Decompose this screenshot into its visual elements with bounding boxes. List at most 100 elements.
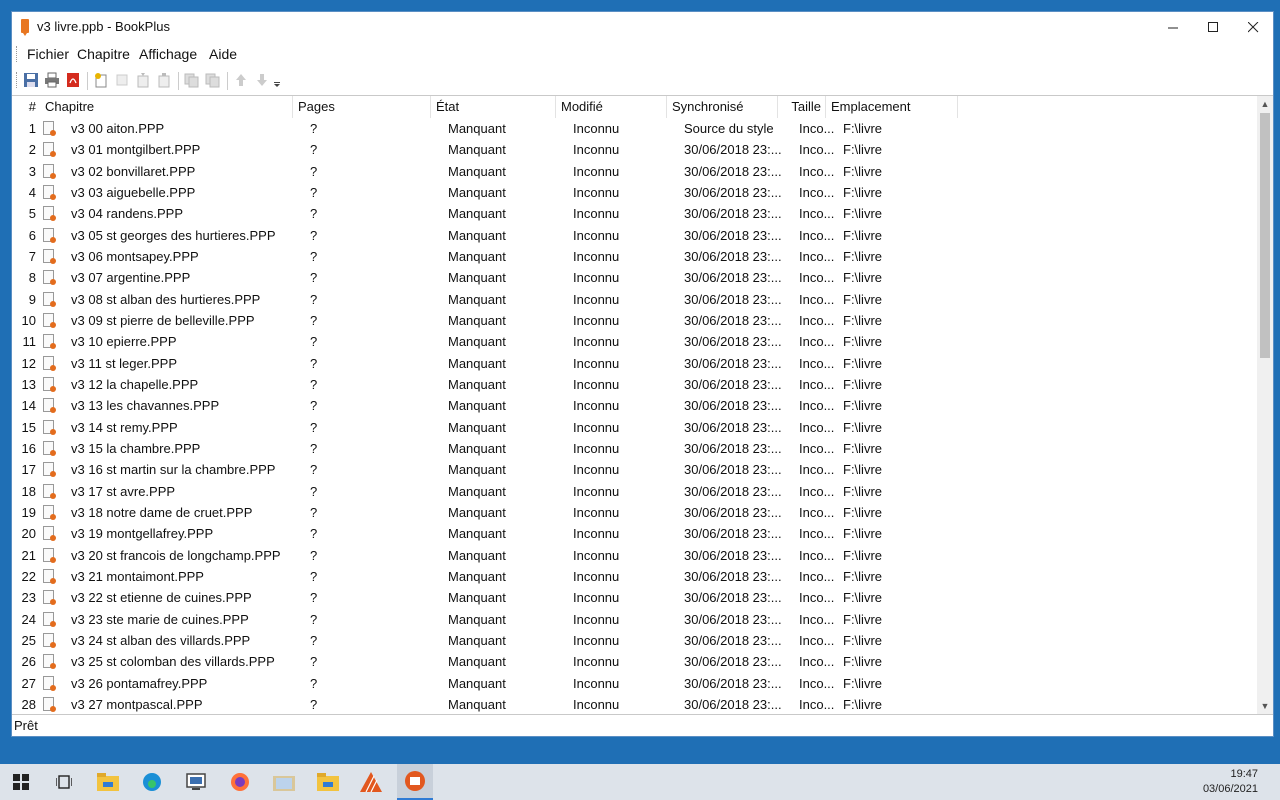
vertical-scrollbar[interactable]: ▲ ▼ bbox=[1257, 96, 1273, 714]
taille-value: Inco... bbox=[799, 184, 835, 200]
emplacement-value: F:\livre bbox=[843, 547, 882, 563]
table-row[interactable]: 21 v3 20 st francois de longchamp.PPP? Man… bbox=[12, 545, 1257, 566]
maximize-button[interactable] bbox=[1193, 12, 1233, 42]
paste-button[interactable] bbox=[204, 71, 222, 89]
table-row[interactable]: 12 v3 11 st leger.PPP? Manquant Inconnu 30/0… bbox=[12, 353, 1257, 374]
table-row[interactable]: 9 v3 08 st alban des hurtieres.PPP? Manqua… bbox=[12, 289, 1257, 310]
system-clock[interactable]: 19:47 03/06/2021 bbox=[1203, 767, 1258, 797]
row-number: 10 bbox=[21, 312, 36, 328]
new-chapter-button[interactable] bbox=[113, 71, 131, 89]
column-header-number[interactable]: # bbox=[12, 96, 40, 118]
table-row[interactable]: 23 v3 22 st etienne de cuines.PPP? Manquan… bbox=[12, 587, 1257, 608]
table-row[interactable]: 14 v3 13 les chavannes.PPP? Manquant Inconn… bbox=[12, 395, 1257, 416]
print-button[interactable] bbox=[43, 71, 61, 89]
title-bar: v3 livre.ppb - BookPlus bbox=[12, 12, 1273, 42]
taskbar-firefox[interactable] bbox=[226, 768, 254, 796]
table-row[interactable]: 10 v3 09 st pierre de belleville.PPP? Manq… bbox=[12, 310, 1257, 331]
column-header-emplacement[interactable]: Emplacement bbox=[827, 96, 958, 118]
taskbar-bookplus[interactable] bbox=[397, 764, 433, 800]
taskbar-folder-2[interactable] bbox=[314, 768, 342, 796]
synchronise-value: 30/06/2018 23:... bbox=[684, 227, 782, 243]
table-row[interactable]: 18 v3 17 st avre.PPP? Manquant Inconnu 30/06… bbox=[12, 481, 1257, 502]
table-row[interactable]: 28 v3 27 montpascal.PPP? Manquant Inconnu 30… bbox=[12, 694, 1257, 714]
emplacement-value: F:\livre bbox=[843, 270, 882, 286]
minimize-button[interactable] bbox=[1153, 12, 1193, 42]
table-row[interactable]: 19 v3 18 notre dame de cruet.PPP? Manquant… bbox=[12, 502, 1257, 523]
table-row[interactable]: 1 v3 00 aiton.PPP? Manquant Inconnu Source d… bbox=[12, 118, 1257, 139]
pages-value: ? bbox=[310, 590, 318, 606]
taskbar-app[interactable] bbox=[357, 768, 385, 796]
table-row[interactable]: 22 v3 21 montaimont.PPP? Manquant Inconnu 30… bbox=[12, 566, 1257, 587]
copy-button[interactable] bbox=[183, 71, 201, 89]
export-button[interactable] bbox=[155, 71, 173, 89]
column-header-pages[interactable]: Pages bbox=[294, 96, 431, 118]
windows-start-button[interactable] bbox=[7, 768, 35, 796]
taille-value: Inco... bbox=[799, 291, 835, 307]
table-row[interactable]: 8 v3 07 argentine.PPP? Manquant Inconnu 30/0… bbox=[12, 267, 1257, 288]
scrollbar-thumb[interactable] bbox=[1260, 113, 1270, 358]
taille-value: Inco... bbox=[799, 632, 835, 648]
taskbar-folder-1[interactable] bbox=[270, 768, 298, 796]
synchronise-value: 30/06/2018 23:... bbox=[684, 142, 782, 158]
move-up-button[interactable] bbox=[232, 71, 250, 89]
table-row[interactable]: 25 v3 24 st alban des villards.PPP? Manqua… bbox=[12, 630, 1257, 651]
taskbar-edge[interactable] bbox=[138, 768, 166, 796]
synchronise-value: 30/06/2018 23:... bbox=[684, 504, 782, 520]
column-header-modifie[interactable]: Modifié bbox=[557, 96, 667, 118]
table-row[interactable]: 7 v3 06 montsapey.PPP? Manquant Inconnu 30/0… bbox=[12, 246, 1257, 267]
taille-value: Inco... bbox=[799, 440, 835, 456]
table-row[interactable]: 11 v3 10 epierre.PPP? Manquant Inconnu 30/06… bbox=[12, 331, 1257, 352]
table-row[interactable]: 20 v3 19 montgellafrey.PPP? Manquant Inconn… bbox=[12, 523, 1257, 544]
taille-value: Inco... bbox=[799, 675, 835, 691]
menu-fichier[interactable]: Fichier bbox=[27, 46, 69, 62]
close-button[interactable] bbox=[1233, 12, 1273, 42]
toolbar-overflow-button[interactable] bbox=[272, 71, 282, 89]
firefox-icon bbox=[231, 773, 249, 791]
table-row[interactable]: 13 v3 12 la chapelle.PPP? Manquant Inconnu 3… bbox=[12, 374, 1257, 395]
add-chapter-icon bbox=[95, 73, 107, 88]
table-row[interactable]: 17 v3 16 st martin sur la chambre.PPP? Man… bbox=[12, 459, 1257, 480]
table-row[interactable]: 5 v3 04 randens.PPP? Manquant Inconnu 30/06/… bbox=[12, 203, 1257, 224]
table-row[interactable]: 4 v3 03 aiguebelle.PPP? Manquant Inconnu 30/… bbox=[12, 182, 1257, 203]
move-down-button[interactable] bbox=[253, 71, 271, 89]
table-row[interactable]: 24 v3 23 ste marie de cuines.PPP? Manquant… bbox=[12, 609, 1257, 630]
add-chapter-button[interactable] bbox=[92, 71, 110, 89]
taskbar-network[interactable] bbox=[182, 768, 210, 796]
emplacement-value: F:\livre bbox=[843, 419, 882, 435]
table-row[interactable]: 15 v3 14 st remy.PPP? Manquant Inconnu 30/06… bbox=[12, 417, 1257, 438]
taskbar-file-explorer[interactable] bbox=[94, 768, 122, 796]
task-view-button[interactable] bbox=[50, 768, 78, 796]
column-header-etat[interactable]: État bbox=[432, 96, 556, 118]
pages-value: ? bbox=[310, 611, 318, 627]
file-explorer-icon bbox=[97, 773, 119, 791]
toolbar-separator bbox=[87, 72, 88, 90]
table-row[interactable]: 2 v3 01 montgilbert.PPP? Manquant Inconnu 30… bbox=[12, 139, 1257, 160]
menu-chapitre[interactable]: Chapitre bbox=[77, 46, 130, 62]
column-header-chapitre[interactable]: Chapitre bbox=[41, 96, 293, 118]
scroll-up-icon[interactable]: ▲ bbox=[1257, 96, 1273, 112]
etat-value: Manquant bbox=[448, 355, 506, 371]
column-header-taille[interactable]: Taille bbox=[779, 96, 826, 118]
column-header-synchronise[interactable]: Synchronisé bbox=[668, 96, 778, 118]
menu-grip bbox=[16, 46, 20, 62]
table-row[interactable]: 26 v3 25 st colomban des villards.PPP? Man… bbox=[12, 651, 1257, 672]
chapter-name: v3 16 st martin sur la chambre.PPP bbox=[71, 462, 276, 478]
pdf-button[interactable] bbox=[64, 71, 82, 89]
import-icon bbox=[137, 73, 149, 88]
table-row[interactable]: 3 v3 02 bonvillaret.PPP? Manquant Inconnu 30… bbox=[12, 161, 1257, 182]
synchronise-value: 30/06/2018 23:... bbox=[684, 376, 782, 392]
table-row[interactable]: 27 v3 26 pontamafrey.PPP? Manquant Inconnu 3… bbox=[12, 673, 1257, 694]
scroll-down-icon[interactable]: ▼ bbox=[1257, 698, 1273, 714]
modifie-value: Inconnu bbox=[573, 675, 620, 691]
chapter-name: v3 25 st colomban des villards.PPP bbox=[71, 654, 275, 670]
menu-affichage[interactable]: Affichage bbox=[139, 46, 197, 62]
row-number: 6 bbox=[28, 227, 36, 243]
clock-date: 03/06/2021 bbox=[1202, 783, 1258, 795]
import-button[interactable] bbox=[134, 71, 152, 89]
table-row[interactable]: 6 v3 05 st georges des hurtieres.PPP? Manq… bbox=[12, 225, 1257, 246]
menu-aide[interactable]: Aide bbox=[209, 46, 237, 62]
save-button[interactable] bbox=[22, 71, 40, 89]
pages-value: ? bbox=[310, 462, 318, 478]
modifie-value: Inconnu bbox=[573, 270, 620, 286]
table-row[interactable]: 16 v3 15 la chambre.PPP? Manquant Inconnu 30… bbox=[12, 438, 1257, 459]
